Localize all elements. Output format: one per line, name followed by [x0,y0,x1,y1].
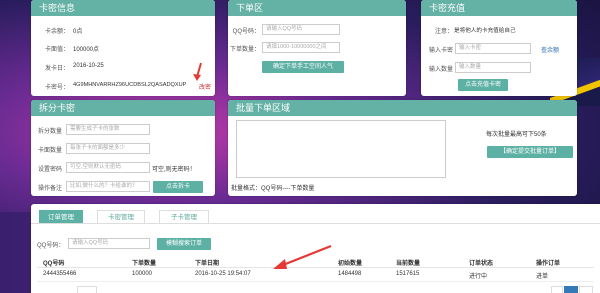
split-face-label: 卡面数量 [37,148,62,154]
card-info-panel: 卡密信息 卡余额： 0点 卡面值： 100000点 发卡日： 2016-10-2… [31,0,215,96]
split-submit-button[interactable]: 点击拆卡 [153,181,203,193]
batch-hint: 每次批量最高可下50条 [486,132,547,138]
th-current: 当前数量 [396,261,421,267]
face-value: 100000点 [73,47,100,53]
order-panel: 下单区 QQ号码： 请输入QQ号码 下单数量： 请填1000-10000000之… [228,0,406,96]
split-title: 拆分卡密 [31,100,215,116]
search-input[interactable]: 请输入QQ号码 [68,238,150,249]
th-qq: QQ号码 [43,261,65,267]
cell-quantity: 100000 [132,271,153,277]
split-face-input[interactable]: 每张子卡的面额是多少 [66,143,150,154]
pagination-next[interactable] [579,286,593,293]
cell-current: 1517615 [396,271,420,277]
batch-title: 批量下单区域 [228,100,577,116]
issue-value: 2016-10-25 [73,63,104,69]
search-button[interactable]: 模糊搜索订单 [157,238,211,250]
red-arrow-icon [273,244,332,269]
batch-panel: 批量下单区域 每次批量最高可下50条 【确定提交批量订单】 批量格式：QQ号码-… [228,100,577,196]
order-qty-label: 下单数量： [229,47,260,53]
search-label: QQ号码： [37,243,65,249]
split-note-input[interactable]: 比如,做什么的？卡给谁的？ [66,181,150,192]
order-qq-label: QQ号码： [232,29,260,35]
batch-submit-button[interactable]: 【确定提交批量订单】 [487,146,573,158]
cell-date: 2016-10-25 19:54:07 [195,271,251,277]
check-balance-link[interactable]: 查余额 [541,45,559,54]
recharge-panel: 卡密充值 注意： 是将他人的卡充值给自己 输入卡密 输入卡密 查余额 输入数量 … [421,0,577,96]
issue-label: 发卡日： [44,66,69,72]
pagination-current[interactable] [564,286,578,293]
split-count-label: 拆分数量 [37,129,62,135]
face-label: 卡面值： [44,47,69,53]
balance-value: 0点 [73,29,83,35]
change-password-link[interactable]: 改密 [199,82,211,91]
pagination-prev[interactable] [77,286,97,293]
order-qty-input[interactable]: 请填1000-10000000之间 [262,42,340,53]
order-submit-button[interactable]: 确定下单手工空间人气 [262,61,344,73]
red-arrow-icon [193,62,202,81]
th-initial: 初始数量 [338,261,363,267]
code-value: 4G9MHNVARRHZ96UCDBSL2QASADQXUP [73,82,187,88]
recharge-title: 卡密充值 [421,0,577,16]
tab-card-management[interactable]: 卡密管理 [97,210,145,223]
cell-status: 进行中 [469,274,488,280]
recharge-note-label: 注意： [434,29,453,35]
split-pwd-label: 设置密码 [37,167,62,173]
recharge-card-label: 输入卡密 [428,48,453,54]
table-row-divider [37,281,594,282]
th-date: 下单日期 [195,261,220,267]
th-quantity: 下单数量 [132,261,157,267]
tab-subcard-management[interactable]: 子卡管理 [159,210,209,223]
tab-order-management[interactable]: 订单管理 [39,210,83,223]
order-qq-input[interactable]: 请输入QQ号码 [262,24,340,35]
code-label: 卡密号： [44,85,69,91]
batch-format-text: 批量格式：QQ号码----下单数量 [231,186,315,192]
cell-qq: 2444355466 [43,271,77,277]
split-panel: 拆分卡密 拆分数量 需要生成子卡的张数 卡面数量 每张子卡的面额是多少 设置密码… [31,100,215,196]
split-pwd-input[interactable]: 可空,空则默认无密码 [66,162,150,173]
recharge-submit-button[interactable]: 点击充值卡密 [458,79,508,91]
recharge-qty-label: 输入数量 [428,67,453,73]
th-action: 操作订单 [536,261,561,267]
recharge-qty-input[interactable]: 输入数量 [455,62,531,73]
split-pwd-hint: 可空,则无密码！ [152,167,196,173]
card-info-title: 卡密信息 [31,0,215,16]
cell-action-link[interactable]: 进单 [536,271,548,280]
balance-label: 卡余额： [44,29,69,35]
order-list-panel: 订单管理 卡密管理 子卡管理 QQ号码： 请输入QQ号码 模糊搜索订单 QQ号码… [31,204,600,293]
split-note-label: 操作备注 [37,186,62,192]
recharge-card-input[interactable]: 输入卡密 [455,43,531,54]
order-title: 下单区 [228,0,406,16]
split-count-input[interactable]: 需要生成子卡的张数 [66,124,150,135]
cell-initial: 1484498 [338,271,362,277]
recharge-note-text: 是将他人的卡充值给自己 [454,28,516,34]
batch-textarea[interactable] [236,120,446,178]
pagination-page[interactable] [551,286,563,293]
th-status: 订单状态 [469,261,494,267]
